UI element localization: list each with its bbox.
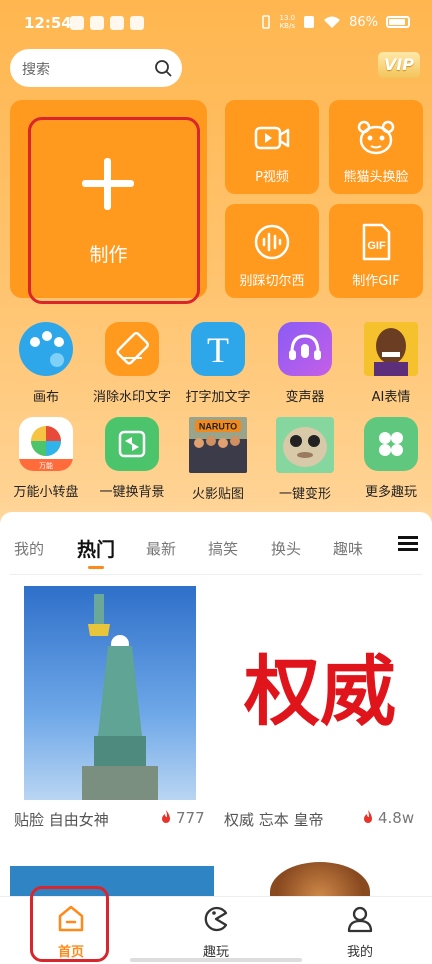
card-image-statue[interactable] — [24, 586, 196, 800]
divider — [10, 574, 422, 575]
tool-label: P视频 — [255, 170, 289, 185]
panda-icon — [357, 120, 395, 155]
tab-latest[interactable]: 最新 — [146, 538, 176, 559]
sim-icon — [304, 16, 315, 28]
tool-p-video[interactable]: P视频 — [225, 100, 319, 194]
category-tabs: 我的 热门 最新 搞笑 换头 趣味 — [0, 512, 432, 574]
palette-icon — [19, 322, 73, 376]
app-more-fun[interactable]: 更多趣玩 — [346, 417, 432, 500]
make-highlight-outline — [28, 117, 200, 304]
app-canvas[interactable]: 画布 — [1, 322, 91, 405]
notification-icon — [110, 16, 124, 30]
more-icon — [364, 417, 418, 471]
net-speed: 13.0 KB/s — [279, 14, 296, 30]
svg-text:万能: 万能 — [39, 461, 53, 470]
app-swap-background[interactable]: 一键换背景 — [87, 417, 177, 500]
app-wheel[interactable]: 万能 万能小转盘 — [1, 417, 91, 500]
app-naruto-stickers[interactable]: NARUTO 火影贴图 — [173, 417, 263, 502]
tool-panda-face[interactable]: 熊猫头换脸 — [329, 100, 423, 194]
nav-fun[interactable]: 趣玩 — [176, 905, 256, 960]
statue-image — [82, 594, 158, 800]
swap-background-icon — [105, 417, 159, 471]
svg-text:T: T — [207, 330, 229, 370]
app-label: 打字加文字 — [185, 390, 251, 405]
svg-text:NARUTO: NARUTO — [199, 422, 237, 432]
svg-text:权威: 权威 — [243, 647, 396, 736]
tab-face-swap[interactable]: 换头 — [271, 538, 301, 559]
card-hot-count: 777 — [160, 809, 205, 827]
notification-icon — [130, 16, 144, 30]
voice-changer-icon — [278, 322, 332, 376]
tool-label: 别踩切尔西 — [239, 274, 305, 289]
morph-icon — [276, 417, 334, 473]
app-ai-face[interactable]: AI表情 — [346, 322, 432, 405]
app-remove-watermark[interactable]: 消除水印文字 — [87, 322, 177, 405]
app-add-text[interactable]: T 打字加文字 — [173, 322, 263, 405]
fire-icon — [162, 810, 170, 823]
eraser-icon — [105, 322, 159, 376]
battery-icon — [386, 16, 410, 28]
app-voice-changer[interactable]: 变声器 — [260, 322, 350, 405]
battery-percent: 86% — [349, 14, 378, 30]
notification-icon — [70, 16, 84, 30]
app-label: 一键变形 — [278, 487, 331, 502]
vibrate-icon — [261, 15, 270, 29]
audio-icon — [254, 224, 290, 260]
card-hot-count: 4.8w — [362, 809, 414, 827]
app-label: 火影贴图 — [191, 487, 244, 502]
menu-icon[interactable] — [398, 536, 418, 551]
wifi-icon — [324, 16, 341, 28]
video-icon — [254, 126, 290, 150]
app-label: 变声器 — [285, 390, 325, 405]
naruto-icon: NARUTO — [189, 417, 247, 473]
search-placeholder: 搜索 — [22, 62, 50, 78]
active-tab-indicator — [88, 566, 104, 569]
status-bar: 12:54 13.0 KB/s 86% — [0, 0, 432, 46]
gif-icon: GIF — [362, 223, 391, 261]
status-time: 12:54 — [24, 14, 72, 32]
wheel-icon: 万能 — [19, 417, 73, 471]
notification-icon — [90, 16, 104, 30]
tool-audio[interactable]: 别踩切尔西 — [225, 204, 319, 298]
app-label: 消除水印文字 — [92, 390, 171, 405]
card-caption: 贴脸 自由女神 — [14, 811, 109, 829]
vip-badge[interactable]: VIP — [378, 52, 420, 78]
home-highlight-outline — [30, 886, 109, 962]
status-right: 13.0 KB/s 86% — [260, 14, 410, 30]
text-icon: T — [191, 322, 245, 376]
tool-label: 制作GIF — [352, 274, 400, 289]
app-label: 画布 — [32, 390, 59, 405]
tab-funny[interactable]: 搞笑 — [208, 538, 238, 559]
notification-icons — [70, 16, 144, 30]
app-morph[interactable]: 一键变形 — [260, 417, 350, 502]
app-label: 一键换背景 — [99, 485, 165, 500]
tab-interesting[interactable]: 趣味 — [333, 538, 363, 559]
tool-make-gif[interactable]: GIF 制作GIF — [329, 204, 423, 298]
card-image-authority[interactable]: 权威 — [218, 586, 422, 800]
fire-icon — [364, 810, 372, 823]
tool-label: 熊猫头换脸 — [343, 170, 409, 185]
card-caption: 权威 忘本 皇帝 — [224, 811, 324, 829]
app-label: 更多趣玩 — [364, 485, 417, 500]
profile-icon — [347, 906, 373, 933]
search-icon — [155, 60, 172, 77]
search-bar[interactable]: 搜索 — [10, 49, 182, 87]
tab-mine[interactable]: 我的 — [14, 538, 44, 559]
fun-icon — [204, 906, 228, 932]
gesture-bar — [130, 958, 302, 962]
app-label: 万能小转盘 — [13, 485, 79, 500]
tab-hot[interactable]: 热门 — [77, 535, 115, 562]
nav-profile[interactable]: 我的 — [320, 905, 400, 960]
ai-face-icon — [364, 322, 418, 376]
calligraphy-image: 权威 — [243, 647, 396, 736]
svg-text:GIF: GIF — [367, 240, 386, 252]
app-label: AI表情 — [371, 390, 411, 405]
